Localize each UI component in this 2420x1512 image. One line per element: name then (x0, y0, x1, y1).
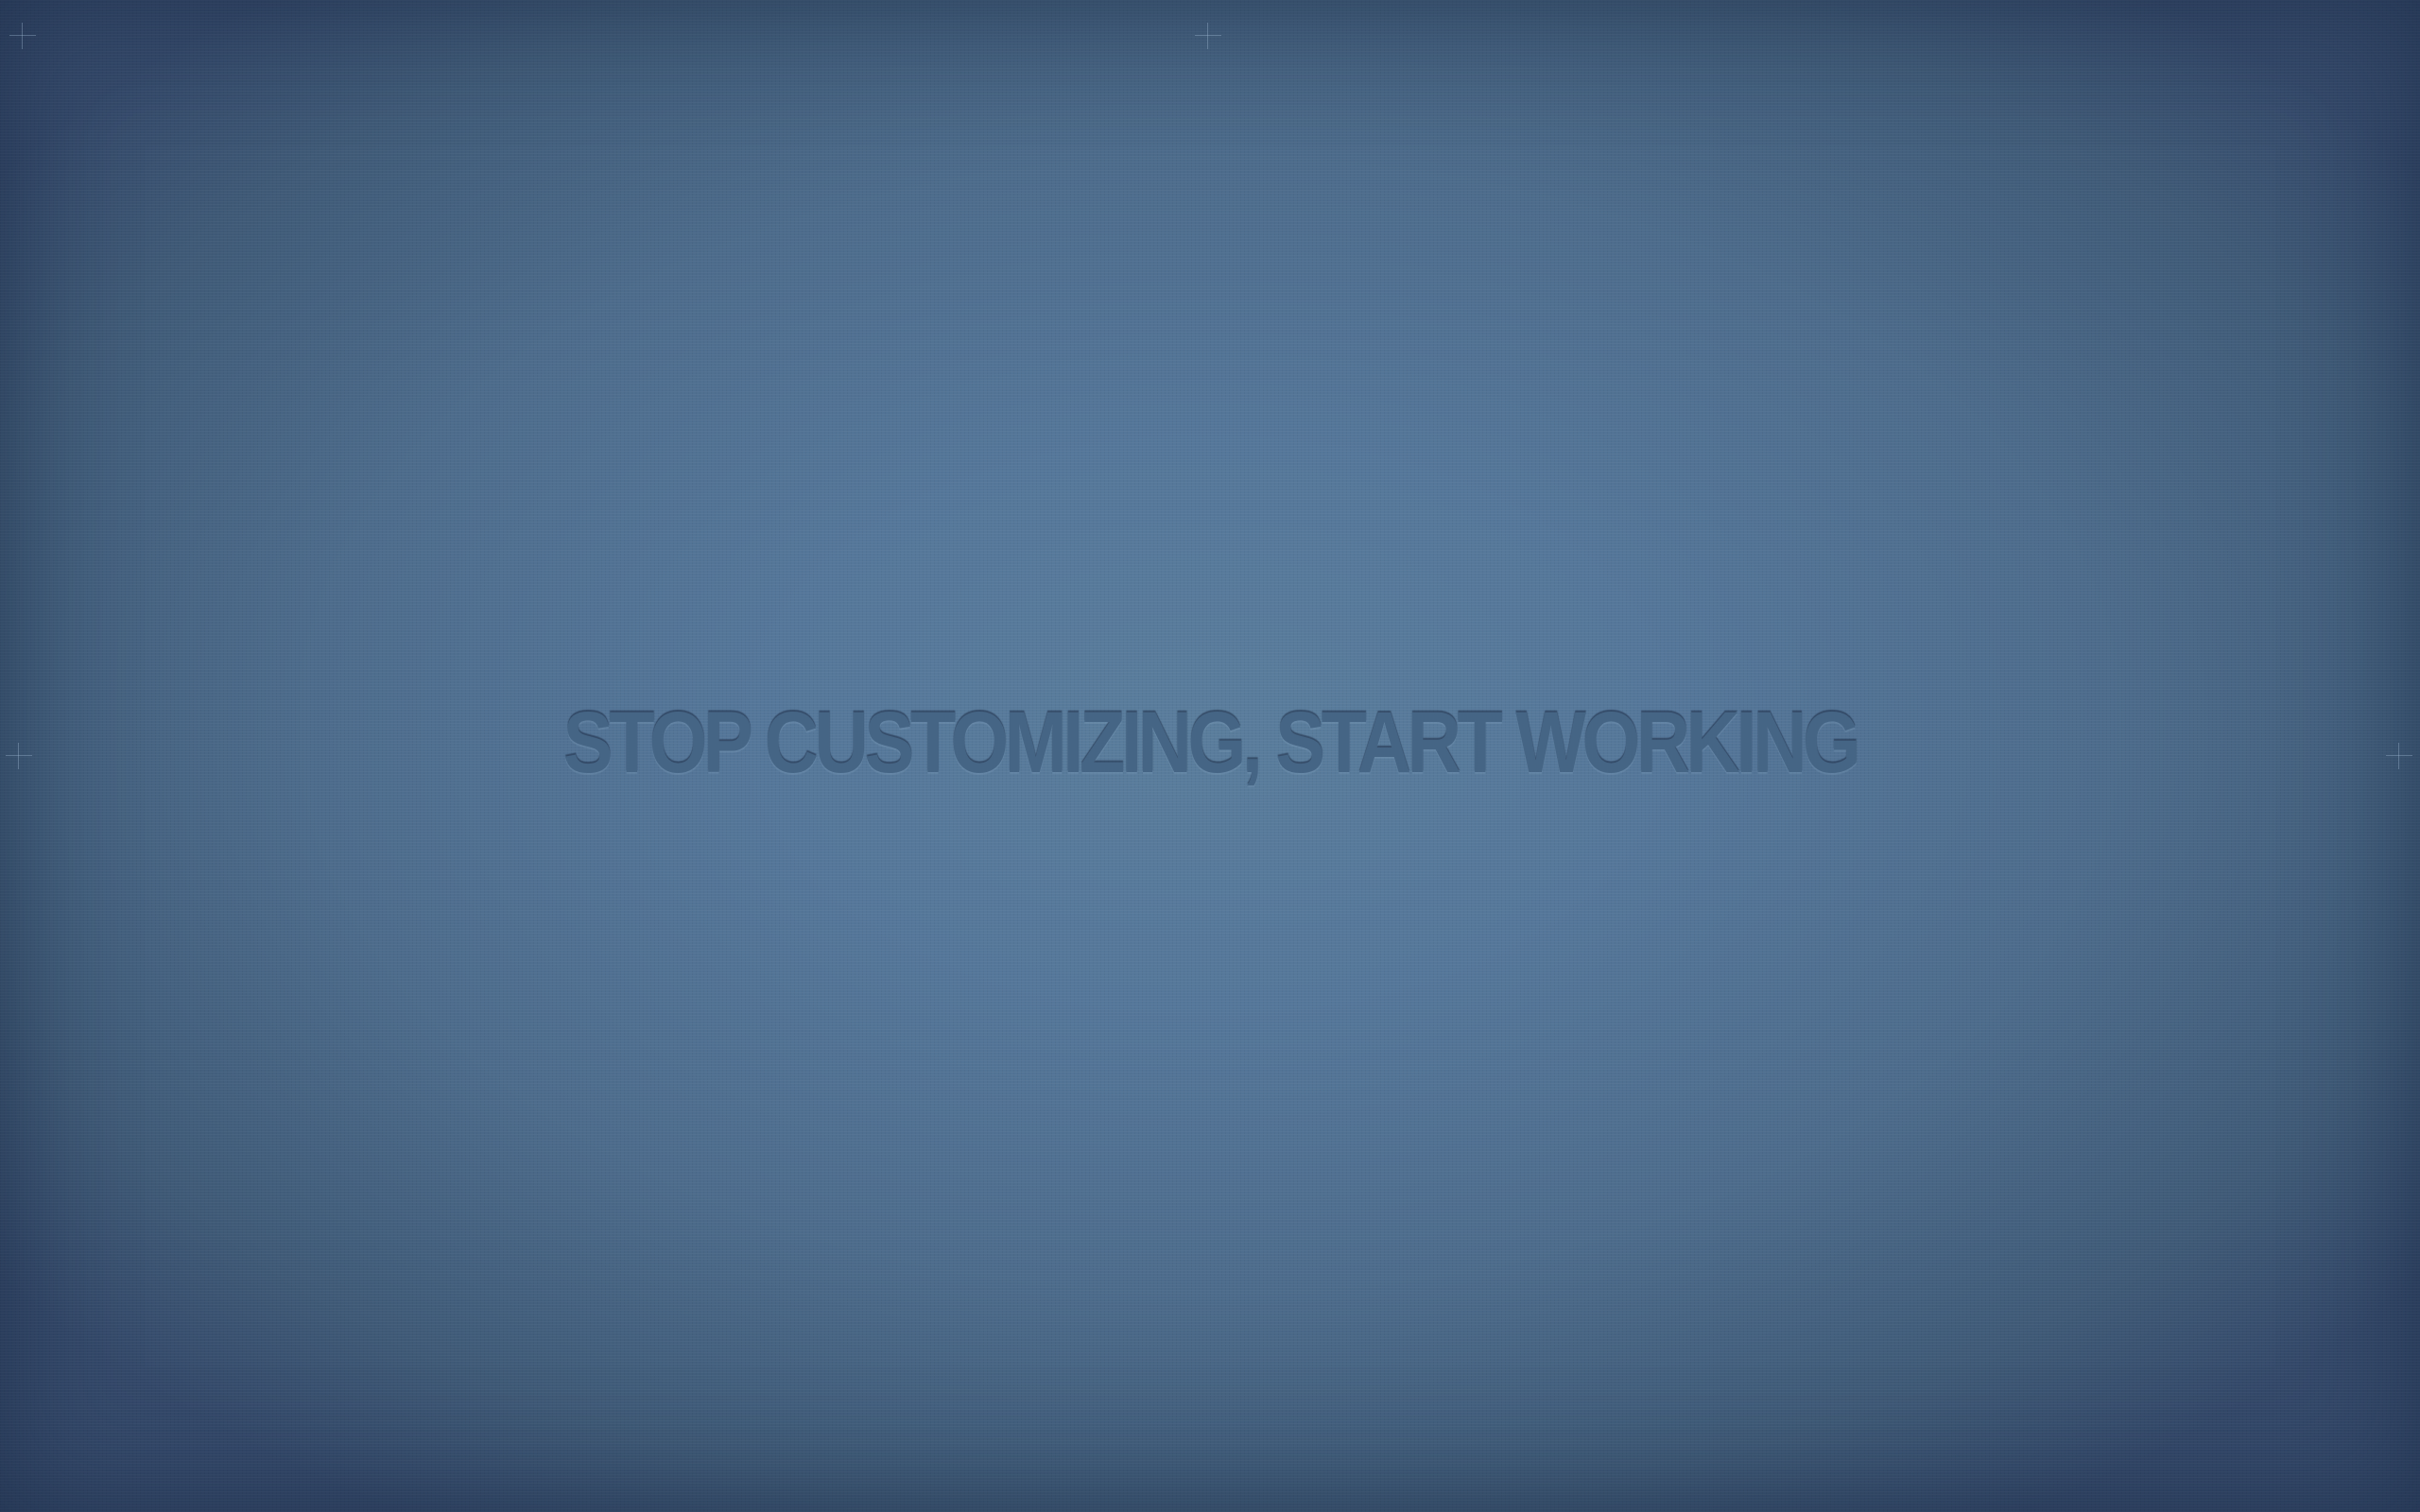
wallpaper-message: STOP CUSTOMIZING, START WORKING (562, 695, 1861, 791)
crosshair-icon (2386, 743, 2412, 769)
crosshair-icon (9, 23, 36, 49)
desktop-wallpaper: STOP CUSTOMIZING, START WORKING (0, 0, 2420, 1512)
crosshair-icon (6, 743, 32, 769)
crosshair-icon (1195, 23, 1221, 49)
